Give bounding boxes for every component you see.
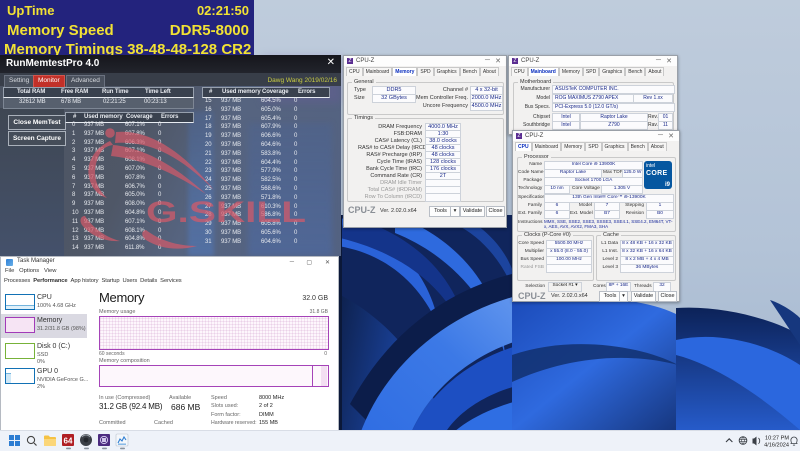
svg-text:4/16/2024: 4/16/2024 xyxy=(764,442,789,448)
svg-text:G.SKILL: G.SKILL xyxy=(146,196,306,229)
svg-text:64: 64 xyxy=(64,437,73,446)
svg-text:10:27 PM: 10:27 PM xyxy=(765,436,789,442)
